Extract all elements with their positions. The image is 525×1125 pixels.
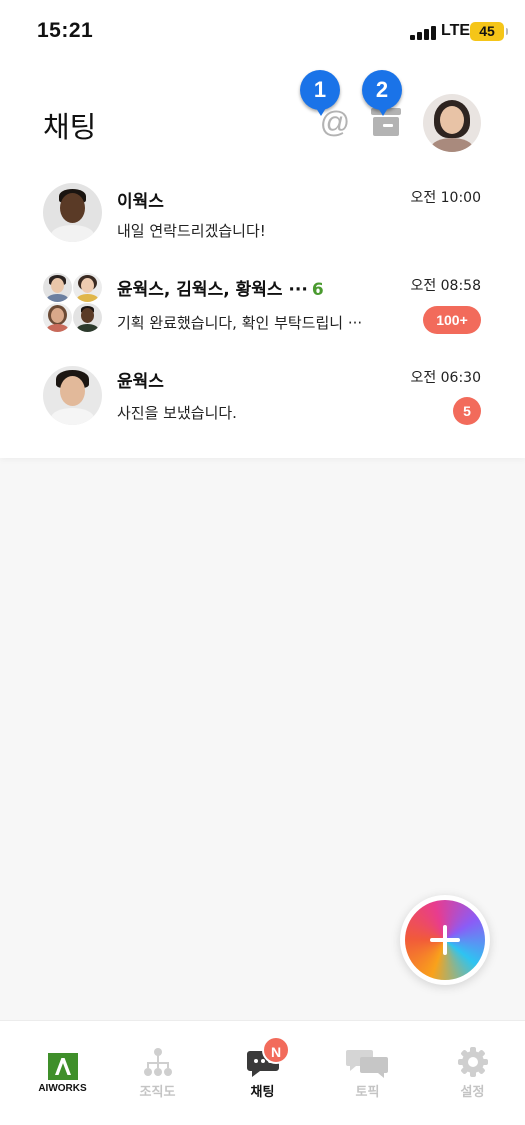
chat-name: 윤웍스, 김웍스, 황웍스 ··· 6 <box>117 275 324 300</box>
nav-label-org-chart: 조직도 <box>139 1085 176 1100</box>
avatar <box>43 366 102 425</box>
unread-badge: 5 <box>453 397 481 425</box>
chat-preview: 사진을 보냈습니다. <box>117 404 237 422</box>
member-count: 6 <box>311 280 324 300</box>
chat-row-1[interactable]: 이웍스 오전 10:00 내일 연락드리겠습니다! <box>0 168 525 260</box>
nav-item-home[interactable]: AIWORKS <box>10 1021 115 1125</box>
chat-preview: 내일 연락드리겠습니다! <box>117 222 266 240</box>
battery-icon: 45 <box>470 22 508 41</box>
callout-marker-2: 2 <box>362 70 402 116</box>
avatar <box>43 183 102 242</box>
network-type: LTE <box>441 22 471 39</box>
profile-avatar[interactable] <box>423 94 481 152</box>
status-time: 15:21 <box>37 19 94 42</box>
nav-label-chat: 채팅 <box>250 1085 275 1100</box>
nav-item-settings[interactable]: 설정 <box>420 1021 525 1125</box>
chat-time: 오전 06:30 <box>410 370 481 386</box>
nav-item-org-chart[interactable]: 조직도 <box>105 1021 210 1125</box>
avatar <box>43 303 72 332</box>
topic-icon <box>346 1050 388 1078</box>
avatar <box>43 273 72 302</box>
chat-new-badge: N <box>262 1036 290 1064</box>
chat-row-2[interactable]: 윤웍스, 김웍스, 황웍스 ··· 6 오전 08:58 기획 완료했습니다, 확… <box>0 260 525 352</box>
status-bar: 15:21 LTE 45 <box>0 0 525 62</box>
page-title: 채팅 <box>43 110 97 144</box>
chat-name-text: 윤웍스, 김웍스, 황웍스 ··· <box>117 280 308 300</box>
chat-name: 이웍스 <box>117 192 164 212</box>
chat-row-3[interactable]: 윤웍스 오전 06:30 사진을 보냈습니다. 5 <box>0 352 525 444</box>
callout-marker-1: 1 <box>300 70 340 116</box>
settings-icon <box>458 1047 488 1077</box>
chat-time: 오전 10:00 <box>410 190 481 206</box>
org-chart-icon <box>144 1048 172 1076</box>
chat-time: 오전 08:58 <box>410 278 481 294</box>
unread-badge: 100+ <box>423 306 481 334</box>
chat-preview: 기획 완료했습니다, 확인 부탁드립니 ··· <box>117 314 363 332</box>
nav-label-home: AIWORKS <box>38 1083 87 1094</box>
nav-label-settings: 설정 <box>460 1085 485 1100</box>
nav-label-topic: 토픽 <box>355 1085 380 1100</box>
logo-icon <box>48 1053 78 1080</box>
avatar <box>73 273 102 302</box>
avatar <box>73 303 102 332</box>
signal-icon <box>410 25 438 40</box>
chat-name: 윤웍스 <box>117 372 164 392</box>
nav-item-topic[interactable]: 토픽 <box>315 1021 420 1125</box>
bottom-nav: AIWORKS 조직도 채팅 토픽 설정 <box>0 1020 525 1125</box>
nav-item-chat[interactable]: 채팅 <box>210 1021 315 1125</box>
